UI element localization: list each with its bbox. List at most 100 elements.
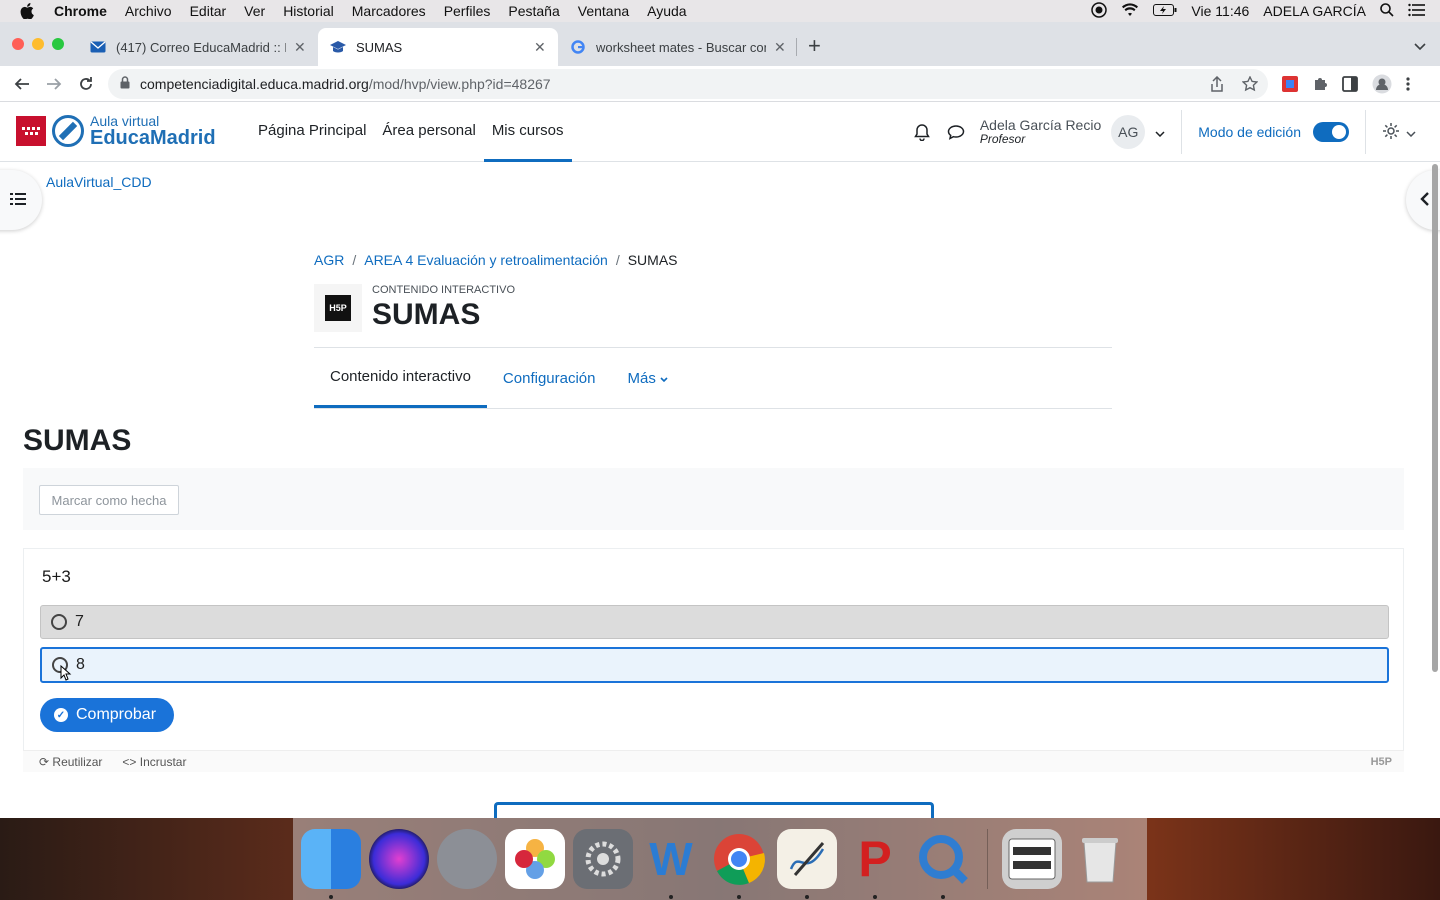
- bookmark-star-icon[interactable]: [1241, 75, 1259, 95]
- forward-icon[interactable]: [44, 74, 64, 94]
- close-window-button[interactable]: [12, 38, 24, 50]
- answer-label: 8: [76, 656, 85, 673]
- edit-mode-toggle[interactable]: [1313, 122, 1349, 142]
- word-icon[interactable]: W: [641, 829, 701, 899]
- menu-ventana[interactable]: Ventana: [578, 3, 629, 19]
- user-role: Profesor: [979, 132, 1026, 147]
- menu-editar[interactable]: Editar: [190, 3, 227, 19]
- presentation-app-icon[interactable]: P: [845, 829, 905, 899]
- breadcrumb-area4[interactable]: AREA 4 Evaluación y retroalimentación: [364, 252, 608, 268]
- finder-icon[interactable]: [301, 829, 361, 899]
- profile-icon[interactable]: [1372, 74, 1392, 97]
- share-icon[interactable]: [1210, 75, 1224, 95]
- chevron-down-icon[interactable]: [1155, 124, 1165, 140]
- user-info[interactable]: Adela García Recio Profesor: [979, 116, 1102, 147]
- lock-icon[interactable]: [120, 76, 130, 92]
- back-icon[interactable]: [12, 74, 32, 94]
- chevron-down-icon: [660, 370, 668, 387]
- question-text: 5+3: [42, 567, 71, 586]
- answer-option[interactable]: 7: [40, 605, 1389, 639]
- photos-icon[interactable]: [505, 829, 565, 889]
- nav-mis-cursos[interactable]: Mis cursos: [483, 102, 572, 162]
- quicktime-icon[interactable]: [913, 829, 973, 899]
- grapher-icon[interactable]: [777, 829, 837, 899]
- chrome-menu-icon[interactable]: [1406, 76, 1410, 95]
- close-tab-icon[interactable]: ✕: [774, 39, 786, 56]
- tab-correo[interactable]: (417) Correo EducaMadrid :: En ✕: [78, 28, 318, 66]
- tab-mas[interactable]: Más: [611, 348, 683, 408]
- divider: [1365, 110, 1366, 154]
- system-preferences-icon[interactable]: [573, 829, 633, 889]
- breadcrumb-separator: /: [615, 252, 620, 268]
- course-index-toggle[interactable]: [0, 170, 42, 230]
- maximize-window-button[interactable]: [52, 38, 64, 50]
- tab-title: (417) Correo EducaMadrid :: En: [116, 39, 286, 55]
- tab-separator: [796, 38, 797, 56]
- siri-icon[interactable]: [369, 829, 429, 889]
- edit-mode-label: Modo de edición: [1198, 124, 1301, 140]
- h5p-brand[interactable]: H5P: [1371, 756, 1392, 768]
- minimize-window-button[interactable]: [32, 38, 44, 50]
- menu-pestana[interactable]: Pestaña: [508, 3, 559, 19]
- tab-sumas[interactable]: SUMAS ✕: [318, 28, 558, 66]
- new-tab-button[interactable]: +: [808, 35, 821, 57]
- menu-ayuda[interactable]: Ayuda: [647, 3, 686, 19]
- tab-search-icon[interactable]: [1414, 38, 1426, 54]
- puzzle-icon[interactable]: [1312, 76, 1328, 95]
- breadcrumb-current: SUMAS: [627, 252, 678, 268]
- mark-done-button[interactable]: Marcar como hecha: [39, 485, 179, 515]
- activity-heading: SUMAS: [23, 424, 132, 457]
- answer-option-selected[interactable]: 8: [40, 647, 1389, 683]
- user-name: Adela García Recio: [979, 116, 1102, 133]
- reload-icon[interactable]: [76, 74, 96, 94]
- course-link[interactable]: AulaVirtual_CDD: [46, 174, 152, 190]
- menu-chrome[interactable]: Chrome: [54, 3, 107, 19]
- battery-icon[interactable]: [1153, 3, 1177, 19]
- breadcrumb-agr[interactable]: AGR: [314, 252, 344, 268]
- menubar-user[interactable]: ADELA GARCÍA: [1263, 3, 1366, 19]
- page-scrollbar[interactable]: [1432, 164, 1438, 672]
- menubar-clock[interactable]: Vie 11:46: [1191, 3, 1249, 19]
- trash-icon[interactable]: [1070, 829, 1130, 889]
- messages-icon[interactable]: [946, 122, 966, 142]
- control-center-icon[interactable]: [1408, 3, 1426, 20]
- tab-configuracion[interactable]: Configuración: [487, 348, 612, 408]
- page-viewport: Aula virtual EducaMadrid Página Principa…: [0, 102, 1440, 818]
- menu-archivo[interactable]: Archivo: [125, 3, 172, 19]
- close-tab-icon[interactable]: ✕: [534, 39, 546, 56]
- page-title: SUMAS: [372, 298, 481, 331]
- tab-google[interactable]: worksheet mates - Buscar con ✕: [558, 28, 798, 66]
- extension-icon[interactable]: [1282, 76, 1298, 95]
- activity-navigation-select[interactable]: [494, 802, 934, 818]
- avatar[interactable]: AG: [1111, 115, 1146, 149]
- spotlight-icon[interactable]: [1380, 2, 1394, 20]
- menu-ver[interactable]: Ver: [244, 3, 265, 19]
- nav-pagina-principal[interactable]: Página Principal: [250, 102, 374, 162]
- menu-historial[interactable]: Historial: [283, 3, 334, 19]
- tab-contenido-interactivo[interactable]: Contenido interactivo: [314, 348, 487, 408]
- chrome-icon[interactable]: [709, 829, 769, 899]
- check-button[interactable]: ✓ Comprobar: [40, 698, 175, 732]
- browser-toolbar: competenciadigital.educa.madrid.org/mod/…: [0, 66, 1440, 102]
- menu-marcadores[interactable]: Marcadores: [352, 3, 426, 19]
- reuse-button[interactable]: ⟳ Reutilizar: [39, 755, 102, 769]
- notification-bell-icon[interactable]: [912, 122, 932, 142]
- settings-menu[interactable]: [1382, 122, 1416, 143]
- launchpad-icon[interactable]: [437, 829, 497, 889]
- radio-icon: [51, 614, 67, 630]
- site-logo[interactable]: Aula virtual EducaMadrid: [16, 114, 216, 148]
- menu-perfiles[interactable]: Perfiles: [444, 3, 491, 19]
- list-icon: [10, 192, 26, 208]
- apple-icon[interactable]: [20, 3, 38, 19]
- address-bar[interactable]: competenciadigital.educa.madrid.org/mod/…: [108, 69, 1268, 99]
- embed-button[interactable]: <> Incrustar: [122, 755, 186, 769]
- side-panel-icon[interactable]: [1342, 76, 1358, 95]
- nav-area-personal[interactable]: Área personal: [374, 102, 483, 162]
- logo-line1: Aula virtual: [90, 113, 160, 129]
- screen-record-icon[interactable]: [1091, 1, 1108, 21]
- document-stack-icon[interactable]: [1002, 829, 1062, 889]
- primary-navigation: Página Principal Área personal Mis curso…: [250, 102, 572, 162]
- wifi-icon[interactable]: [1121, 2, 1139, 20]
- close-tab-icon[interactable]: ✕: [294, 39, 306, 56]
- url-path: /mod/hvp/view.php?id=48267: [368, 76, 551, 92]
